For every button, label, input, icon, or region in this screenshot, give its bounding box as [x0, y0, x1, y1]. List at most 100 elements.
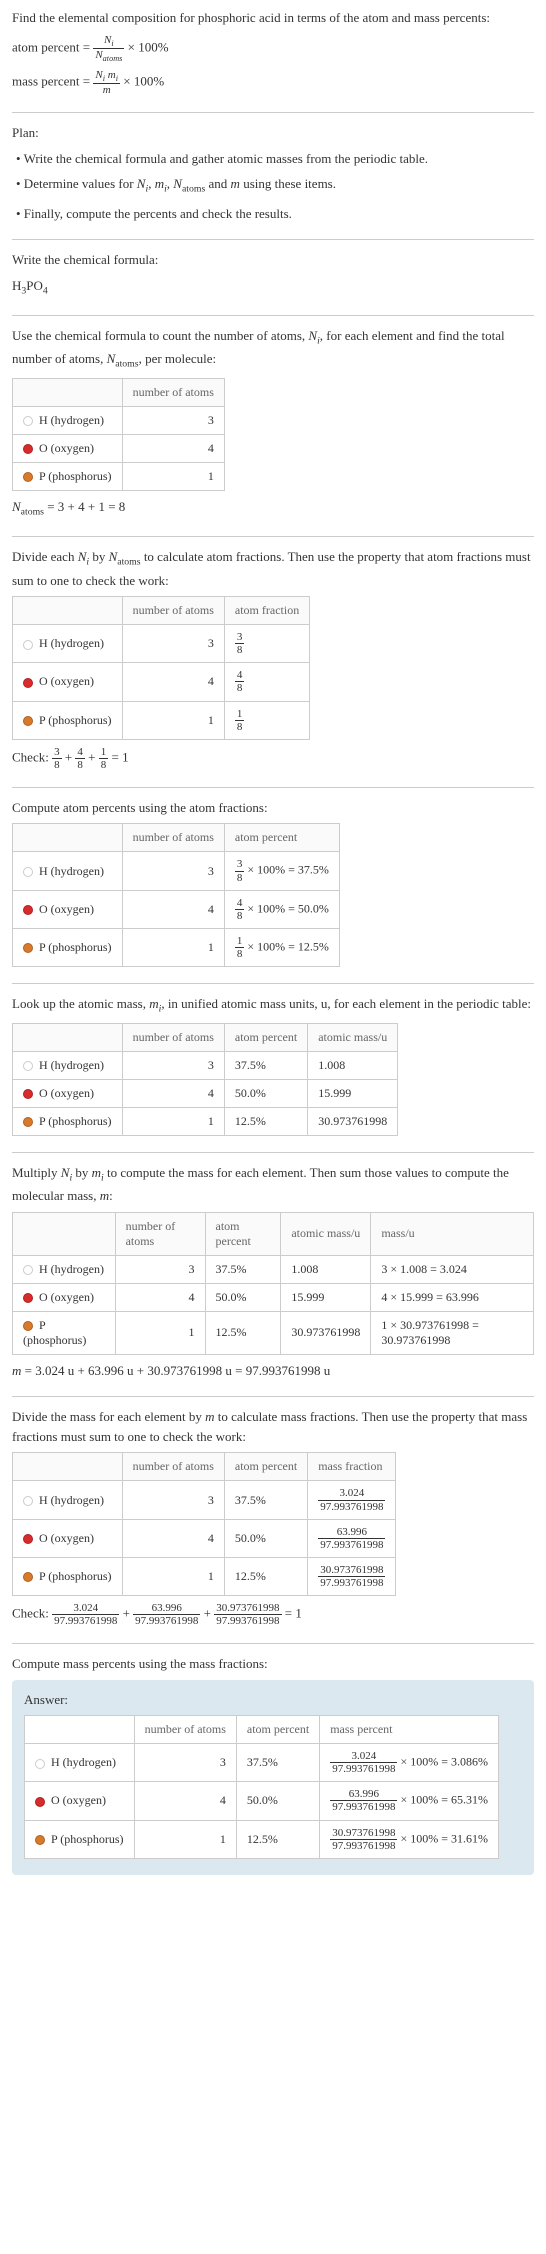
- cell-value: 1 × 30.973761998 = 30.973761998: [371, 1311, 534, 1354]
- cell-value: 1: [122, 1108, 224, 1136]
- element-label: O (oxygen): [39, 674, 94, 688]
- hydrogen-dot-icon: [23, 1061, 33, 1071]
- table-row: H (hydrogen)338: [13, 625, 310, 663]
- atom-percents-table: number of atomsatom percent H (hydrogen)…: [12, 823, 340, 967]
- final-section: Compute mass percents using the mass fra…: [12, 1643, 534, 1885]
- mass-percent-frac: Ni mim: [93, 69, 120, 96]
- element-label: H (hydrogen): [39, 864, 104, 878]
- element-label: O (oxygen): [39, 1290, 94, 1304]
- col-header: number of atoms: [134, 1716, 236, 1744]
- atom-percent-frac: NiNatoms: [93, 34, 124, 64]
- cell-value: 3: [122, 1481, 224, 1519]
- cell-value: 1: [122, 701, 224, 739]
- col-header: atom percent: [236, 1716, 319, 1744]
- natoms-sum: Natoms = 3 + 4 + 1 = 8: [12, 497, 534, 520]
- atom-fractions-table: number of atomsatom fraction H (hydrogen…: [12, 596, 310, 740]
- cell-value: 12.5%: [236, 1820, 319, 1858]
- cell-value: 50.0%: [236, 1782, 319, 1820]
- phosphorus-dot-icon: [23, 1321, 33, 1331]
- cell-value: 4: [122, 663, 224, 701]
- col-header: number of atoms: [115, 1212, 205, 1255]
- cell-value: 1: [134, 1820, 236, 1858]
- answer-label: Answer:: [24, 1690, 522, 1710]
- phosphorus-dot-icon: [23, 1117, 33, 1127]
- cell-value: 12.5%: [224, 1557, 307, 1595]
- cell-value: 15.999: [308, 1080, 398, 1108]
- col-header: atom fraction: [224, 597, 309, 625]
- cell-value: 4: [115, 1283, 205, 1311]
- element-label: P (phosphorus): [39, 1114, 112, 1128]
- atom-fractions-section: Divide each Ni by Natoms to calculate at…: [12, 536, 534, 786]
- multiply-mass-text: Multiply Ni by mi to compute the mass fo…: [12, 1163, 534, 1206]
- mass-percent-label: mass percent =: [12, 74, 90, 89]
- table-row: P (phosphorus)112.5%30.973761998: [13, 1108, 398, 1136]
- cell-value: 63.99697.993761998: [308, 1519, 396, 1557]
- table-row: O (oxygen)450.0%15.999: [13, 1080, 398, 1108]
- cell-value: 63.99697.993761998 × 100% = 65.31%: [320, 1782, 499, 1820]
- final-table: number of atomsatom percentmass percent …: [24, 1715, 499, 1859]
- table-row: O (oxygen)450.0%15.9994 × 15.999 = 63.99…: [13, 1283, 534, 1311]
- oxygen-dot-icon: [23, 444, 33, 454]
- plan-bullet-3: • Finally, compute the percents and chec…: [16, 204, 534, 224]
- plan-title: Plan:: [12, 123, 534, 143]
- cell-value: 38 × 100% = 37.5%: [224, 852, 339, 890]
- table-row: P (phosphorus)1: [13, 463, 225, 491]
- oxygen-dot-icon: [23, 1534, 33, 1544]
- atom-count: 4: [122, 435, 224, 463]
- cell-value: 3: [122, 1052, 224, 1080]
- formula-section: Write the chemical formula: H3PO4: [12, 239, 534, 315]
- element-label: H (hydrogen): [39, 1058, 104, 1072]
- cell-value: 3: [134, 1744, 236, 1782]
- table-row: P (phosphorus) 112.5%30.97376199897.99376…: [13, 1557, 396, 1595]
- atomic-mass-text: Look up the atomic mass, mi, in unified …: [12, 994, 534, 1017]
- cell-value: 30.97376199897.993761998: [308, 1557, 396, 1595]
- cell-value: 48: [224, 663, 309, 701]
- cell-value: 1: [115, 1311, 205, 1354]
- atom-count: 3: [122, 407, 224, 435]
- cell-value: 3 × 1.008 = 3.024: [371, 1255, 534, 1283]
- cell-value: 50.0%: [224, 1080, 307, 1108]
- table-row: P (phosphorus)112.5%30.97376199897.99376…: [25, 1820, 499, 1858]
- element-label: O (oxygen): [39, 1531, 94, 1545]
- mass-fractions-table: number of atomsatom percentmass fraction…: [12, 1452, 396, 1596]
- oxygen-dot-icon: [23, 1089, 33, 1099]
- element-label: O (oxygen): [51, 1793, 106, 1807]
- col-header: number of atoms: [122, 824, 224, 852]
- phosphorus-dot-icon: [23, 1572, 33, 1582]
- answer-box: Answer: number of atomsatom percentmass …: [12, 1680, 534, 1875]
- atom-percents-section: Compute atom percents using the atom fra…: [12, 787, 534, 983]
- atom-percents-text: Compute atom percents using the atom fra…: [12, 798, 534, 818]
- table-row: H (hydrogen)337.5%3.02497.993761998 × 10…: [25, 1744, 499, 1782]
- cell-value: 1: [122, 1557, 224, 1595]
- cell-value: 37.5%: [224, 1052, 307, 1080]
- cell-value: 30.973761998: [308, 1108, 398, 1136]
- hydrogen-dot-icon: [23, 1496, 33, 1506]
- cell-value: 3.02497.993761998: [308, 1481, 396, 1519]
- table-row: P (phosphorus)118: [13, 701, 310, 739]
- cell-value: 3: [115, 1255, 205, 1283]
- cell-value: 4: [134, 1782, 236, 1820]
- table-row: O (oxygen)450.0%63.99697.993761998: [13, 1519, 396, 1557]
- element-label: P (phosphorus): [39, 1569, 112, 1583]
- hydrogen-dot-icon: [23, 867, 33, 877]
- times-100-2: × 100%: [123, 74, 164, 89]
- cell-value: 3: [122, 852, 224, 890]
- cell-value: 4: [122, 1080, 224, 1108]
- element-label: H (hydrogen): [39, 413, 104, 427]
- col-header: mass fraction: [308, 1453, 396, 1481]
- col-header: number of atoms: [122, 597, 224, 625]
- col-number-atoms: number of atoms: [122, 379, 224, 407]
- atomic-mass-table: number of atomsatom percentatomic mass/u…: [12, 1023, 398, 1136]
- table-row: O (oxygen)448 × 100% = 50.0%: [13, 890, 340, 928]
- col-header: mass/u: [371, 1212, 534, 1255]
- formula-heading: Write the chemical formula:: [12, 250, 534, 270]
- cell-value: 37.5%: [236, 1744, 319, 1782]
- element-label: H (hydrogen): [39, 636, 104, 650]
- cell-value: 15.999: [281, 1283, 371, 1311]
- multiply-mass-table: number of atomsatom percentatomic mass/u…: [12, 1212, 534, 1355]
- atom-fraction-check: Check: 38 + 48 + 18 = 1: [12, 746, 534, 771]
- col-header: atom percent: [224, 1024, 307, 1052]
- cell-value: 48 × 100% = 50.0%: [224, 890, 339, 928]
- element-label: P (phosphorus): [39, 940, 112, 954]
- atom-fractions-text: Divide each Ni by Natoms to calculate at…: [12, 547, 534, 590]
